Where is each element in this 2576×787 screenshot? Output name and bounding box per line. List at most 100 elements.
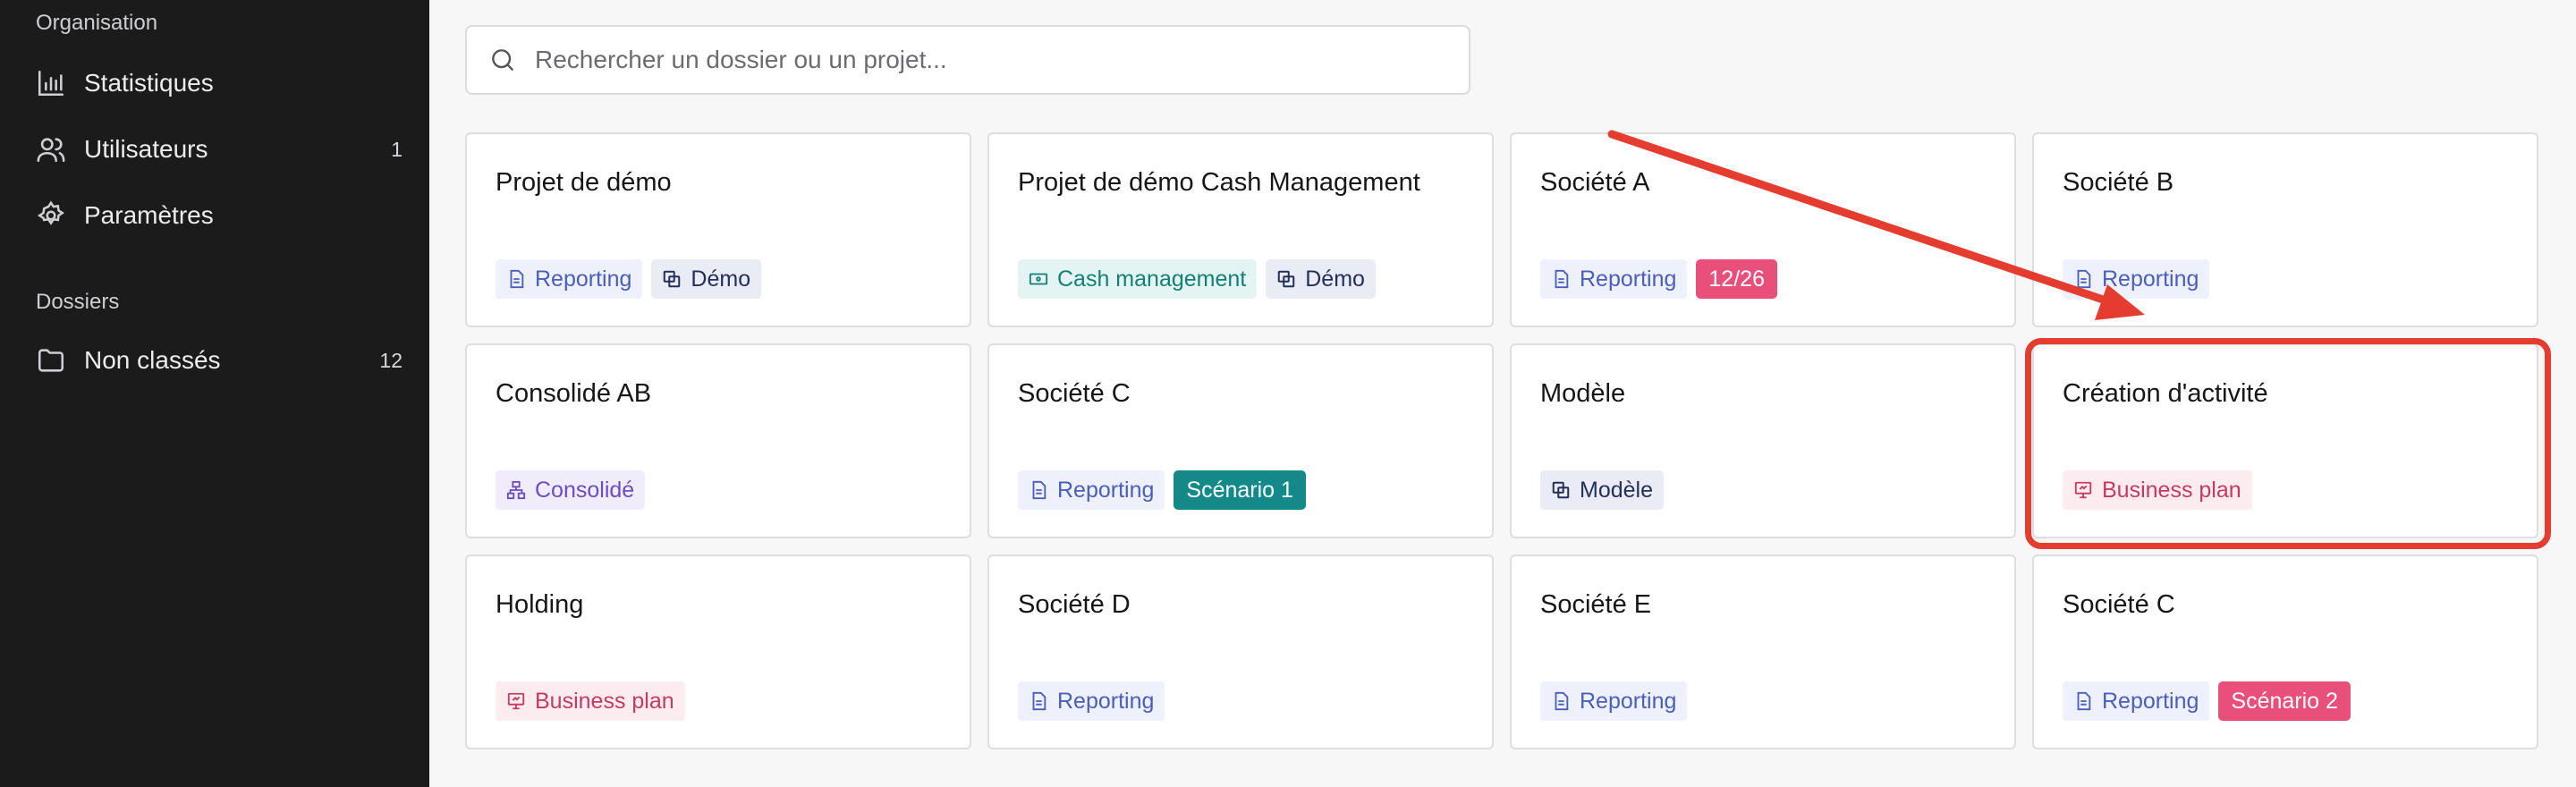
project-badges: Reporting 12/26 <box>1540 259 1777 299</box>
project-card[interactable]: Société B Reporting <box>2032 132 2538 327</box>
project-card[interactable]: Projet de démo Reporting Démo <box>465 132 971 327</box>
badge-label: Reporting <box>2102 266 2199 292</box>
badge-label: Reporting <box>535 266 632 292</box>
projects-grid: Projet de démo Reporting Démo Projet de … <box>465 132 2538 749</box>
project-card[interactable]: Société D Reporting <box>987 554 1494 749</box>
document-icon <box>2073 269 2093 289</box>
sidebar-item-label: Non classés <box>84 346 221 374</box>
main-content: Projet de démo Reporting Démo Projet de … <box>429 0 2576 787</box>
project-card[interactable]: Société C Reporting Scénario 1 <box>987 343 1494 538</box>
project-title: Création d'activité <box>2063 379 2268 408</box>
project-title: Société C <box>1018 379 1131 408</box>
sidebar-item-count: 12 <box>379 348 402 372</box>
presentation-icon <box>2073 480 2093 500</box>
badge-modele: Modèle <box>1540 470 1664 510</box>
sidebar: Organisation Statistiques Utilisateurs 1… <box>0 0 429 787</box>
project-title: Consolidé AB <box>496 379 652 408</box>
project-badges: Consolidé <box>496 470 646 510</box>
presentation-icon <box>506 691 526 711</box>
badge-scenario: Scénario 1 <box>1174 470 1306 510</box>
project-title: Holding <box>496 590 584 619</box>
dossiers-section-label: Dossiers <box>36 290 120 314</box>
bar-chart-icon <box>36 68 66 98</box>
badge-reporting: Reporting <box>1018 681 1165 721</box>
badge-reporting: Reporting <box>2063 259 2210 299</box>
sidebar-item-parametres[interactable]: Paramètres <box>36 193 402 238</box>
project-badges: Modèle <box>1540 470 1664 510</box>
project-title: Société C <box>2063 590 2175 619</box>
badge-consolide: Consolidé <box>496 470 646 510</box>
document-icon <box>1029 691 1048 711</box>
project-badges: Business plan <box>2063 470 2252 510</box>
project-card[interactable]: Consolidé AB Consolidé <box>465 343 971 538</box>
badge-demo: Démo <box>651 259 762 299</box>
copy-icon <box>1551 480 1571 500</box>
project-card[interactable]: Société A Reporting 12/26 <box>1510 132 2016 327</box>
badge-reporting: Reporting <box>1540 681 1688 721</box>
document-icon <box>1029 480 1048 500</box>
badge-label: Reporting <box>2102 688 2199 714</box>
project-card[interactable]: Société E Reporting <box>1510 554 2016 749</box>
folder-icon <box>36 345 66 376</box>
hierarchy-icon <box>506 480 526 500</box>
badge-business-plan: Business plan <box>2063 470 2252 510</box>
project-card[interactable]: Société C Reporting Scénario 2 <box>2032 554 2538 749</box>
badge-demo: Démo <box>1266 259 1376 299</box>
project-card[interactable]: Création d'activité Business plan <box>2032 343 2538 538</box>
badge-label: Reporting <box>1580 266 1677 292</box>
project-card[interactable]: Projet de démo Cash Management Cash mana… <box>987 132 1494 327</box>
sidebar-folder-non-classes[interactable]: Non classés 12 <box>36 338 402 383</box>
sidebar-item-label: Paramètres <box>84 201 214 229</box>
search-icon <box>492 49 513 71</box>
project-title: Projet de démo <box>496 168 672 197</box>
badge-reporting: Reporting <box>1018 470 1165 510</box>
project-badges: Cash management Démo <box>1018 259 1376 299</box>
sidebar-item-statistiques[interactable]: Statistiques <box>36 61 402 106</box>
gear-icon <box>36 200 66 231</box>
badge-period: 12/26 <box>1696 259 1777 299</box>
project-badges: Reporting Démo <box>496 259 762 299</box>
project-card[interactable]: Modèle Modèle <box>1510 343 2016 538</box>
project-badges: Reporting Scénario 1 <box>1018 470 1306 510</box>
sidebar-item-count: 1 <box>391 137 402 161</box>
project-badges: Reporting <box>2063 259 2210 299</box>
badge-label: Modèle <box>1580 477 1653 503</box>
badge-label: Reporting <box>1057 688 1155 714</box>
project-title: Société E <box>1540 590 1652 619</box>
document-icon <box>1551 269 1571 289</box>
document-icon <box>506 269 526 289</box>
project-title: Projet de démo Cash Management <box>1018 168 1420 197</box>
sidebar-item-utilisateurs[interactable]: Utilisateurs 1 <box>36 127 402 172</box>
project-title: Société B <box>2063 168 2174 197</box>
badge-label: Business plan <box>2102 477 2241 503</box>
badge-label: Démo <box>1305 266 1365 292</box>
project-title: Société D <box>1018 590 1131 619</box>
copy-icon <box>1276 269 1296 289</box>
badge-scenario: Scénario 2 <box>2218 681 2351 721</box>
users-icon <box>36 134 66 165</box>
project-badges: Reporting <box>1018 681 1165 721</box>
project-badges: Business plan <box>496 681 685 721</box>
badge-reporting: Reporting <box>1540 259 1688 299</box>
project-title: Modèle <box>1540 379 1626 408</box>
copy-icon <box>662 269 682 289</box>
badge-cash-management: Cash management <box>1018 259 1258 299</box>
document-icon <box>2073 691 2093 711</box>
badge-label: Business plan <box>535 688 674 714</box>
project-badges: Reporting <box>1540 681 1688 721</box>
badge-label: Consolidé <box>535 477 635 503</box>
badge-reporting: Reporting <box>2063 681 2210 721</box>
badge-label: Reporting <box>1580 688 1677 714</box>
badge-label: Cash management <box>1057 266 1247 292</box>
badge-reporting: Reporting <box>496 259 643 299</box>
badge-label: Reporting <box>1057 477 1155 503</box>
badge-business-plan: Business plan <box>496 681 685 721</box>
search-box[interactable] <box>465 25 1470 95</box>
sidebar-item-label: Statistiques <box>84 69 214 97</box>
badge-label: Démo <box>691 266 751 292</box>
search-input[interactable] <box>535 46 1429 74</box>
project-badges: Reporting Scénario 2 <box>2063 681 2351 721</box>
project-card[interactable]: Holding Business plan <box>465 554 971 749</box>
project-title: Société A <box>1540 168 1650 197</box>
organisation-section-label: Organisation <box>36 11 158 35</box>
